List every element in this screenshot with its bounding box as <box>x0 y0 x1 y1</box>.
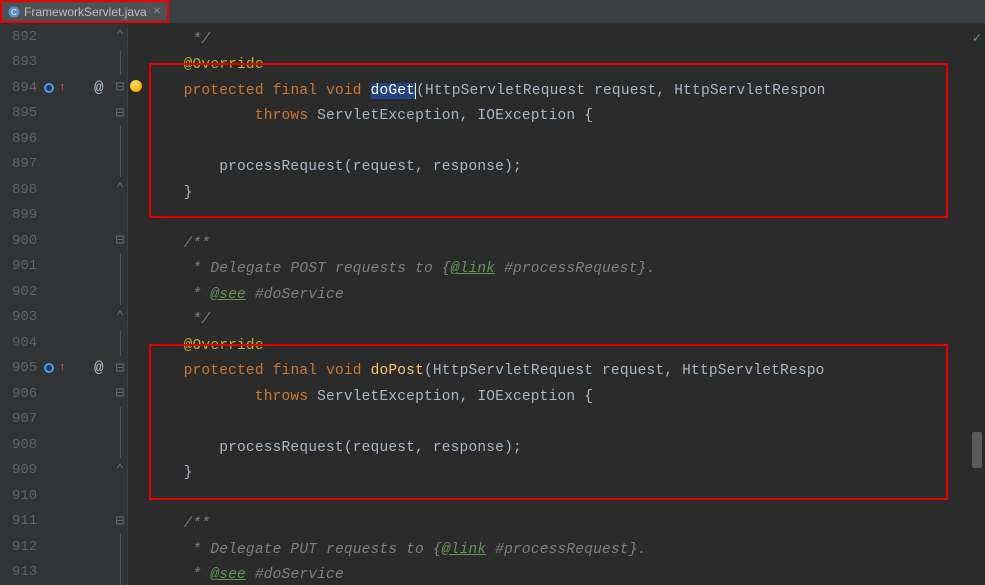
inspection-ok-icon[interactable]: ✓ <box>973 30 981 47</box>
scrollbar[interactable]: ✓ <box>971 24 983 585</box>
code-area[interactable]: */ @Override protected final void doGet(… <box>128 24 985 585</box>
scrollbar-thumb[interactable] <box>972 432 982 468</box>
line-number: 893 <box>12 54 37 70</box>
code-text: processRequest(request, response); <box>219 159 522 175</box>
override-up-arrow-icon: ↑ <box>59 362 66 374</box>
line-number: 905 <box>12 360 37 376</box>
fold-open-icon[interactable]: ⊟ <box>115 108 125 118</box>
line-number: 894 <box>12 80 37 96</box>
line-number: 908 <box>12 437 37 453</box>
fold-end-icon[interactable]: ⌃ <box>115 185 125 195</box>
file-tab[interactable]: C FrameworkServlet.java ✕ <box>0 0 169 23</box>
tab-filename: FrameworkServlet.java <box>24 5 147 19</box>
line-number: 897 <box>12 156 37 172</box>
line-number: 907 <box>12 411 37 427</box>
line-number: 909 <box>12 462 37 478</box>
gutter[interactable]: 892 ⌃ 893 894 ↑ @ ⊟ 895 ⊟ 896 897 898 ⌃ 899… <box>0 24 128 585</box>
line-number: 904 <box>12 335 37 351</box>
fold-end-icon[interactable]: ⌃ <box>115 312 125 322</box>
line-number: 912 <box>12 539 37 555</box>
line-number: 900 <box>12 233 37 249</box>
svg-text:C: C <box>11 8 17 17</box>
close-tab-icon[interactable]: ✕ <box>153 6 161 17</box>
fold-end-icon[interactable]: ⌃ <box>115 465 125 475</box>
line-number: 896 <box>12 131 37 147</box>
line-number: 902 <box>12 284 37 300</box>
fold-open-icon[interactable]: ⊟ <box>115 516 125 526</box>
annotation-gutter-icon[interactable]: @ <box>94 359 104 377</box>
java-class-icon: C <box>8 6 20 18</box>
line-number: 910 <box>12 488 37 504</box>
annotation-gutter-icon[interactable]: @ <box>94 79 104 97</box>
override-up-arrow-icon: ↑ <box>59 82 66 94</box>
selected-text: doGet <box>371 83 417 99</box>
line-number: 913 <box>12 564 37 580</box>
fold-open-icon[interactable]: ⊟ <box>115 389 125 399</box>
fold-open-icon[interactable]: ⊟ <box>115 236 125 246</box>
code-text: @Override <box>184 57 264 73</box>
editor: 892 ⌃ 893 894 ↑ @ ⊟ 895 ⊟ 896 897 898 ⌃ 899… <box>0 24 985 585</box>
code-text: */ <box>193 32 211 48</box>
tab-bar: C FrameworkServlet.java ✕ <box>0 0 985 24</box>
override-gutter-icon[interactable] <box>44 83 54 93</box>
override-gutter-icon[interactable] <box>44 363 54 373</box>
fold-open-icon[interactable]: ⊟ <box>115 363 125 373</box>
line-number: 906 <box>12 386 37 402</box>
fold-end-icon[interactable]: ⌃ <box>115 32 125 42</box>
line-number: 899 <box>12 207 37 223</box>
line-number: 901 <box>12 258 37 274</box>
line-number: 903 <box>12 309 37 325</box>
fold-open-icon[interactable]: ⊟ <box>115 83 125 93</box>
line-number: 898 <box>12 182 37 198</box>
line-number: 892 <box>12 29 37 45</box>
line-number: 895 <box>12 105 37 121</box>
intention-bulb-icon[interactable] <box>130 80 142 92</box>
line-number: 911 <box>12 513 37 529</box>
